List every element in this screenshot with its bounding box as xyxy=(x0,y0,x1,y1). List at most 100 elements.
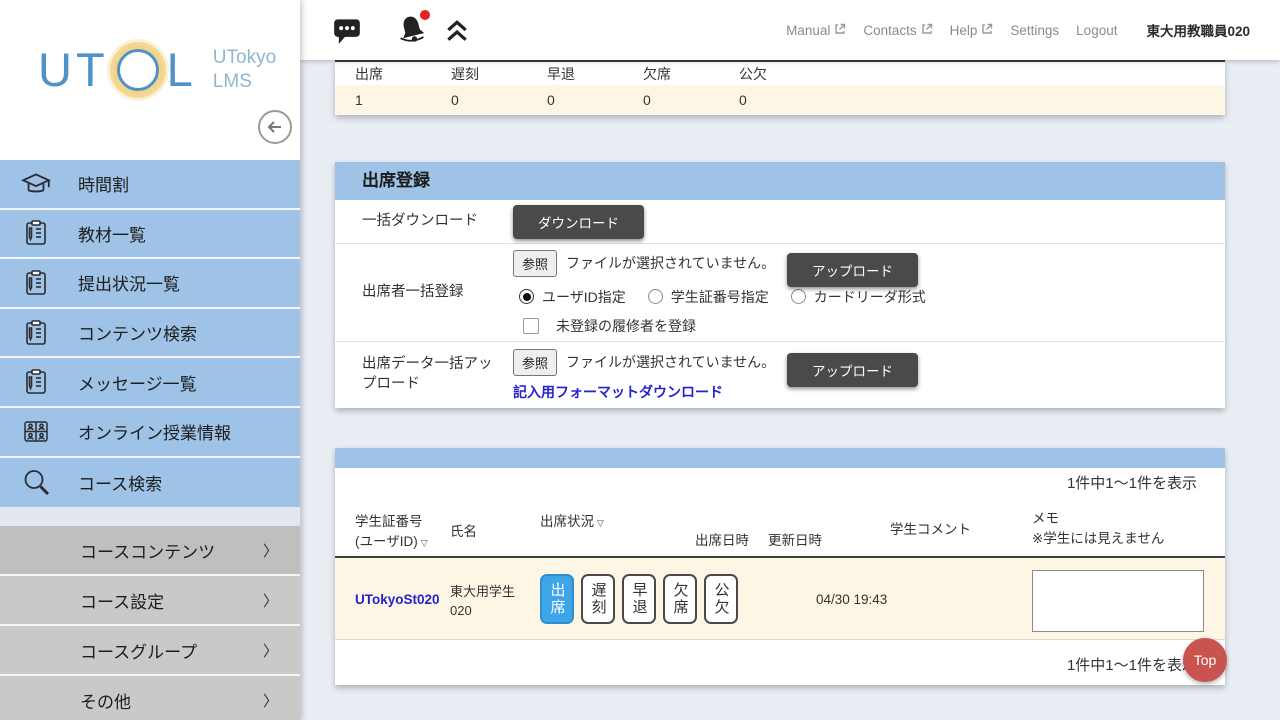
sidebar-item-label: コースコンテンツ xyxy=(80,538,215,563)
bulk-register-row: 出席者一括登録 参照 ファイルが選択されていません。 ユーザID指定 学生証番号… xyxy=(335,244,1225,342)
browse-button[interactable]: 参照 xyxy=(513,349,557,376)
attendance-registration-panel: 出席登録 一括ダウンロード ダウンロード 出席者一括登録 参照 ファイルが選択さ… xyxy=(335,162,1225,408)
students-section-header-bar xyxy=(335,448,1225,468)
column-status[interactable]: 出席状況▽ xyxy=(540,512,604,532)
sidebar-item-label: 提出状況一覧 xyxy=(78,270,180,295)
logo-text-right: L xyxy=(167,42,197,97)
logout-link[interactable]: Logout xyxy=(1076,23,1117,38)
result-count-bottom: 1件中1〜1件を表示 xyxy=(1067,654,1197,675)
clipboard-icon xyxy=(20,318,52,348)
summary-header-absent: 欠席 xyxy=(623,62,719,85)
summary-value-excused: 0 xyxy=(719,85,815,115)
column-student-id[interactable]: 学生証番号 (ユーザID)▽ xyxy=(355,512,428,553)
sort-icon[interactable]: ▽ xyxy=(421,538,428,548)
summary-header-present: 出席 xyxy=(335,62,431,85)
collapse-up-icon[interactable] xyxy=(444,19,470,48)
students-table-panel: 1件中1〜1件を表示 学生証番号 (ユーザID)▽ 氏名 出席状況▽ 出席日時 … xyxy=(335,448,1225,685)
logo-subtext-line1: UTokyo xyxy=(213,47,276,68)
memo-textarea[interactable] xyxy=(1032,570,1204,632)
bulk-download-label: 一括ダウンロード xyxy=(335,212,513,232)
panel-title: 出席登録 xyxy=(335,162,1225,200)
sidebar-item-label: 教材一覧 xyxy=(78,221,146,246)
status-button-early-leave[interactable]: 早退 xyxy=(622,574,656,624)
sidebar-item-label: コンテンツ検索 xyxy=(78,320,197,345)
students-table-header: 学生証番号 (ユーザID)▽ 氏名 出席状況▽ 出席日時 更新日時 学生コメント… xyxy=(335,505,1225,558)
register-unenrolled-line: 未登録の履修者を登録 xyxy=(523,316,940,336)
sidebar-item-course-search[interactable]: コース検索 xyxy=(0,458,300,508)
messages-icon[interactable] xyxy=(332,17,362,50)
column-student-comment: 学生コメント xyxy=(890,520,971,540)
sidebar-item-materials[interactable]: 教材一覧 xyxy=(0,210,300,260)
radio-user-id[interactable] xyxy=(519,289,534,304)
download-button[interactable]: ダウンロード xyxy=(513,205,644,239)
external-link-icon xyxy=(981,23,993,38)
upload-button[interactable]: アップロード xyxy=(787,253,918,287)
chevron-right-icon: 〉 xyxy=(263,590,278,611)
graduation-cap-icon xyxy=(20,169,52,199)
external-link-icon xyxy=(921,23,933,38)
no-file-selected-text: ファイルが選択されていません。 xyxy=(566,253,775,273)
sidebar-item-label: コースグループ xyxy=(80,638,197,663)
settings-link[interactable]: Settings xyxy=(1010,23,1059,38)
sidebar-item-course-settings[interactable]: コース設定 〉 xyxy=(0,576,300,626)
sidebar-item-label: オンライン授業情報 xyxy=(78,419,231,444)
chevron-right-icon: 〉 xyxy=(263,540,278,561)
sidebar-divider-strip xyxy=(0,507,300,526)
sidebar-item-label: メッセージ一覧 xyxy=(78,370,197,395)
student-name: 東大用学生020 xyxy=(450,583,534,621)
sort-icon[interactable]: ▽ xyxy=(597,518,604,528)
sidebar-item-timetable[interactable]: 時間割 xyxy=(0,160,300,210)
student-row: UTokyoSt020 東大用学生020 出席 遅刻 早退 欠席 公欠 04/3… xyxy=(335,558,1225,640)
sidebar-menu: 時間割 教材一覧 提出状況一覧 コンテンツ検索 xyxy=(0,160,300,507)
scroll-to-top-button[interactable]: Top xyxy=(1183,638,1227,682)
manual-link[interactable]: Manual xyxy=(786,23,846,38)
summary-header-early-leave: 早退 xyxy=(527,62,623,85)
sidebar-submenu: コースコンテンツ 〉 コース設定 〉 コースグループ 〉 その他 〉 xyxy=(0,526,300,720)
bulk-upload-row: 出席データ一括アップロード 参照 ファイルが選択されていません。 記入用フォーマ… xyxy=(335,342,1225,408)
register-unenrolled-label[interactable]: 未登録の履修者を登録 xyxy=(556,316,696,336)
sidebar-collapse-button[interactable] xyxy=(258,110,292,144)
upload-button[interactable]: アップロード xyxy=(787,353,918,387)
summary-value-absent: 0 xyxy=(623,85,719,115)
sidebar-item-label: コース設定 xyxy=(80,588,164,613)
format-download-link[interactable]: 記入用フォーマットダウンロード xyxy=(513,382,775,402)
sidebar-item-content-search[interactable]: コンテンツ検索 xyxy=(0,309,300,359)
status-button-group: 出席 遅刻 早退 欠席 公欠 xyxy=(540,574,738,624)
radio-card-reader[interactable] xyxy=(791,289,806,304)
status-button-present[interactable]: 出席 xyxy=(540,574,574,624)
sidebar-item-course-contents[interactable]: コースコンテンツ 〉 xyxy=(0,526,300,576)
status-button-excused[interactable]: 公欠 xyxy=(704,574,738,624)
memo-header-line2: ※学生には見えません xyxy=(1032,531,1164,546)
column-attended-at: 出席日時 xyxy=(695,531,749,551)
clipboard-icon xyxy=(20,268,52,298)
page: Manual Contacts Help Settings Logout 東大用… xyxy=(0,0,1280,720)
id-type-radio-group: ユーザID指定 学生証番号指定 カードリーダ形式 xyxy=(519,287,940,307)
bulk-download-row: 一括ダウンロード ダウンロード xyxy=(335,200,1225,244)
status-button-absent[interactable]: 欠席 xyxy=(663,574,697,624)
sidebar-item-submission-status[interactable]: 提出状況一覧 xyxy=(0,259,300,309)
sidebar-item-course-group[interactable]: コースグループ 〉 xyxy=(0,626,300,676)
online-class-grid-icon xyxy=(20,418,52,446)
top-bar: Manual Contacts Help Settings Logout 東大用… xyxy=(300,0,1280,60)
logo-letters: UT L xyxy=(38,42,197,97)
help-link[interactable]: Help xyxy=(950,23,994,38)
topbar-links: Manual Contacts Help Settings Logout 東大用… xyxy=(786,20,1280,40)
radio-card-reader-label[interactable]: カードリーダ形式 xyxy=(814,287,926,307)
radio-user-id-label[interactable]: ユーザID指定 xyxy=(542,287,626,307)
browse-button[interactable]: 参照 xyxy=(513,250,557,277)
bulk-register-label: 出席者一括登録 xyxy=(335,283,513,303)
student-id-link[interactable]: UTokyoSt020 xyxy=(355,592,440,607)
summary-values-row: 1 0 0 0 0 xyxy=(335,85,1225,115)
register-unenrolled-checkbox[interactable] xyxy=(523,318,539,334)
radio-student-number-label[interactable]: 学生証番号指定 xyxy=(671,287,769,307)
radio-student-number[interactable] xyxy=(648,289,663,304)
status-button-late[interactable]: 遅刻 xyxy=(581,574,615,624)
student-id-header-line2: (ユーザID) xyxy=(355,534,418,549)
contacts-link[interactable]: Contacts xyxy=(863,23,932,38)
contacts-label: Contacts xyxy=(863,23,916,38)
sidebar-item-messages[interactable]: メッセージ一覧 xyxy=(0,358,300,408)
sidebar-item-others[interactable]: その他 〉 xyxy=(0,676,300,720)
column-name: 氏名 xyxy=(450,522,477,542)
logo-ring-o xyxy=(117,49,159,91)
sidebar-item-online-class-info[interactable]: オンライン授業情報 xyxy=(0,408,300,458)
